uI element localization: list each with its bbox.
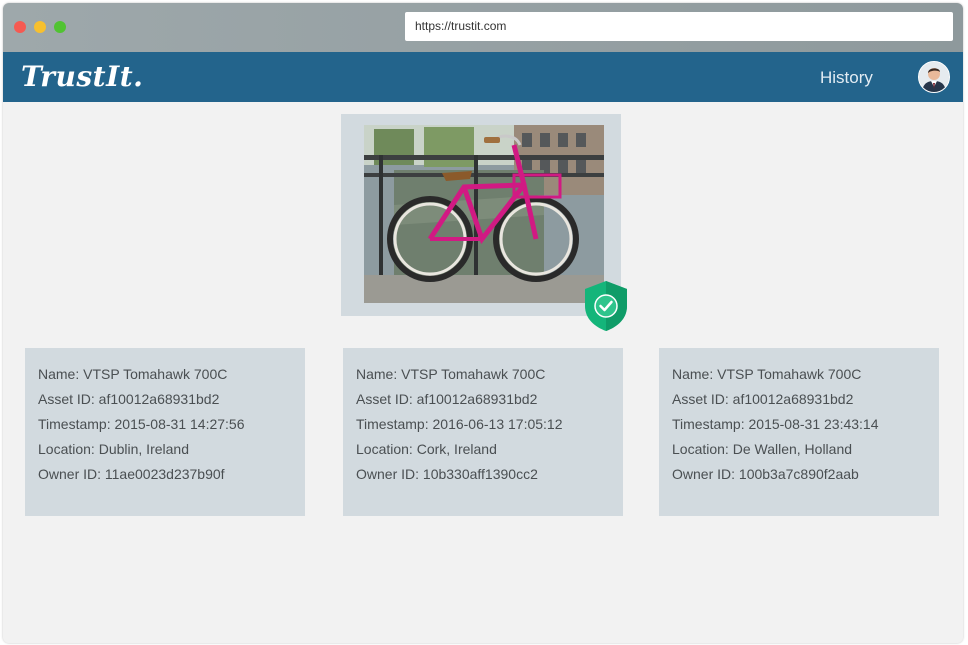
address-bar[interactable]: https://trustit.com bbox=[405, 12, 953, 41]
app-navbar: TrustIt. History bbox=[3, 52, 963, 102]
record-location: Location: Dublin, Ireland bbox=[38, 441, 189, 457]
record-owner-id: Owner ID: 10b330aff1390cc2 bbox=[356, 466, 538, 482]
record-location: Location: De Wallen, Holland bbox=[672, 441, 853, 457]
close-window-button[interactable] bbox=[14, 21, 26, 33]
history-link[interactable]: History bbox=[820, 68, 873, 88]
trustit-logo[interactable]: TrustIt. bbox=[21, 60, 143, 93]
record-name: Name: VTSP Tomahawk 700C bbox=[672, 366, 862, 382]
avatar-icon bbox=[919, 62, 949, 92]
record-timestamp: Timestamp: 2015-08-31 23:43:14 bbox=[672, 416, 879, 432]
browser-window: https://trustit.com TrustIt. History Nam… bbox=[3, 3, 963, 643]
main-content: Name: VTSP Tomahawk 700C Asset ID: af100… bbox=[3, 102, 963, 643]
history-record-card[interactable]: Name: VTSP Tomahawk 700C Asset ID: af100… bbox=[343, 348, 623, 516]
record-location: Location: Cork, Ireland bbox=[356, 441, 497, 457]
user-avatar[interactable] bbox=[918, 61, 950, 93]
asset-photo-frame bbox=[341, 114, 621, 316]
record-asset-id: Asset ID: af10012a68931bd2 bbox=[356, 391, 538, 407]
record-name: Name: VTSP Tomahawk 700C bbox=[38, 366, 228, 382]
record-owner-id: Owner ID: 100b3a7c890f2aab bbox=[672, 466, 859, 482]
history-record-card[interactable]: Name: VTSP Tomahawk 700C Asset ID: af100… bbox=[25, 348, 305, 516]
history-record-card[interactable]: Name: VTSP Tomahawk 700C Asset ID: af100… bbox=[659, 348, 939, 516]
bicycle-photo bbox=[364, 125, 604, 303]
record-timestamp: Timestamp: 2015-08-31 14:27:56 bbox=[38, 416, 245, 432]
record-asset-id: Asset ID: af10012a68931bd2 bbox=[672, 391, 854, 407]
record-name: Name: VTSP Tomahawk 700C bbox=[356, 366, 546, 382]
record-timestamp: Timestamp: 2016-06-13 17:05:12 bbox=[356, 416, 563, 432]
url-text: https://trustit.com bbox=[415, 19, 507, 33]
maximize-window-button[interactable] bbox=[54, 21, 66, 33]
minimize-window-button[interactable] bbox=[34, 21, 46, 33]
record-asset-id: Asset ID: af10012a68931bd2 bbox=[38, 391, 220, 407]
verified-shield-icon bbox=[585, 281, 627, 331]
record-owner-id: Owner ID: 11ae0023d237b90f bbox=[38, 466, 225, 482]
asset-photo[interactable] bbox=[364, 125, 604, 303]
browser-chrome: https://trustit.com bbox=[3, 3, 963, 52]
